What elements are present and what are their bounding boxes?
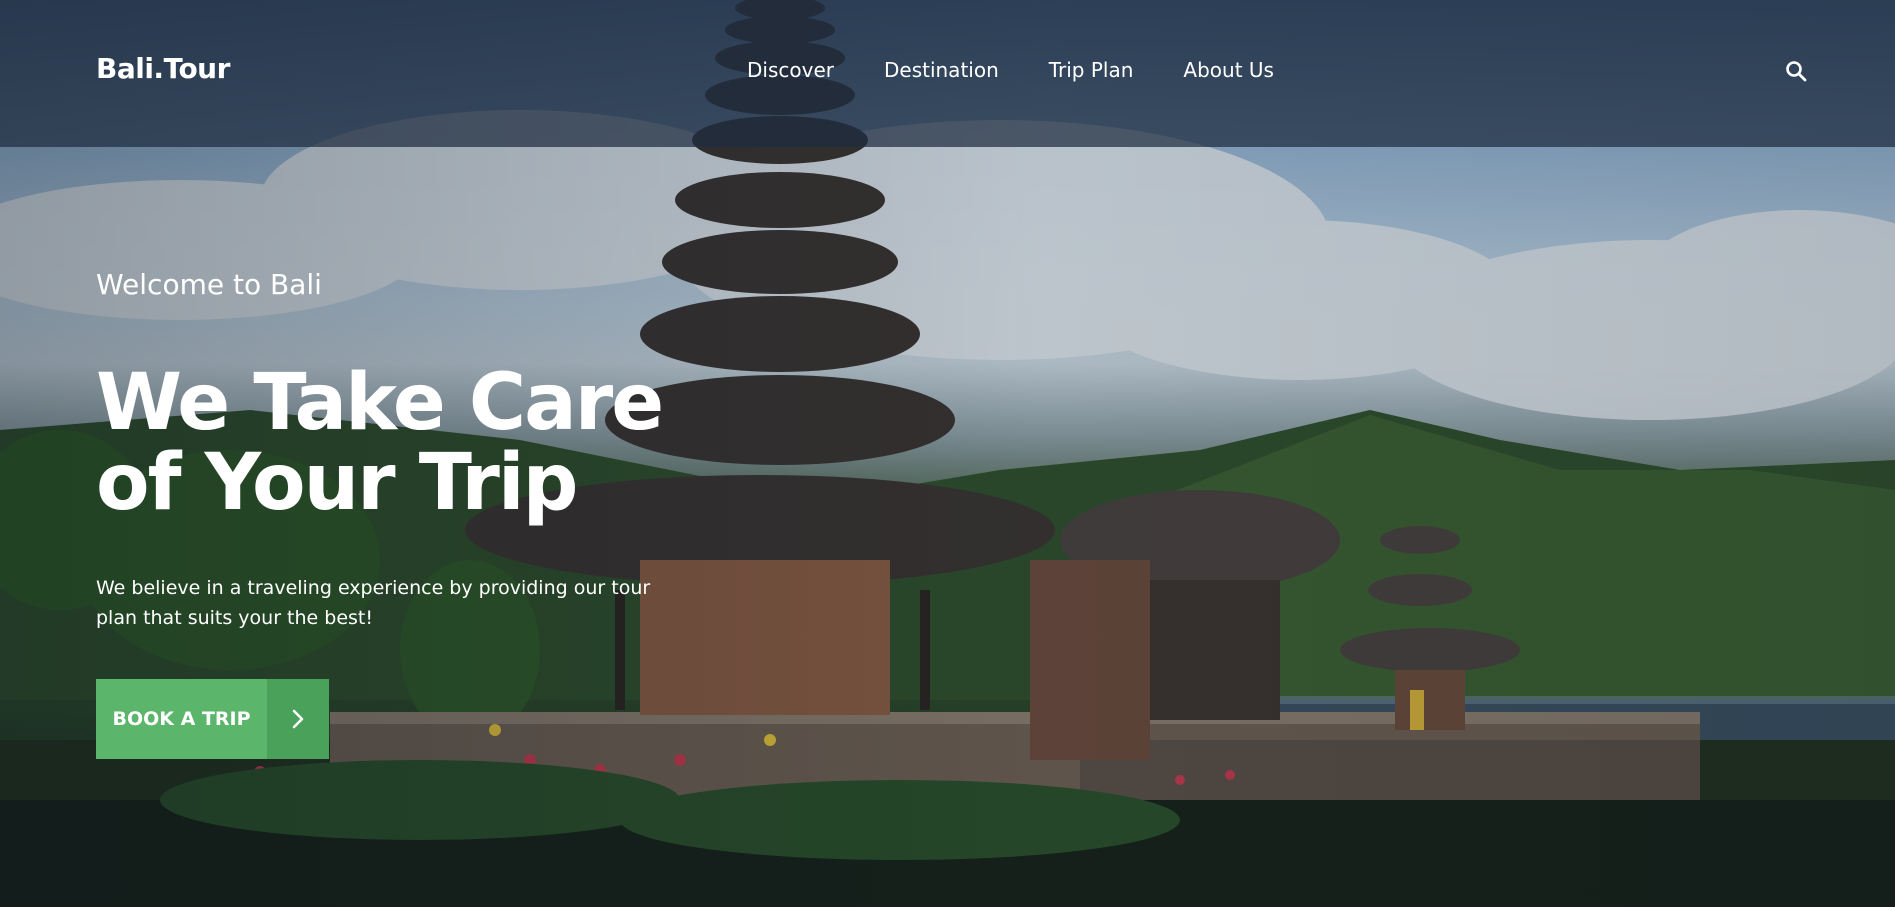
nav-link-trip-plan[interactable]: Trip Plan [1049, 58, 1134, 82]
chevron-right-icon [292, 709, 304, 729]
book-a-trip-button[interactable]: BOOK A TRIP [96, 679, 329, 759]
hero-section: Bali.Tour Discover Destination Trip Plan… [0, 0, 1895, 907]
cta-arrow-box [267, 679, 329, 759]
hero-content: Welcome to Bali We Take Care of Your Tri… [96, 268, 796, 633]
search-button[interactable] [1784, 59, 1808, 83]
nav-link-about-us[interactable]: About Us [1183, 58, 1274, 82]
hero-welcome: Welcome to Bali [96, 268, 322, 301]
nav-link-discover[interactable]: Discover [747, 58, 834, 82]
search-icon [1786, 61, 1807, 82]
hero-tagline: We believe in a traveling experience by … [96, 577, 651, 629]
nav-link-destination[interactable]: Destination [884, 58, 999, 82]
main-nav: Discover Destination Trip Plan About Us [747, 58, 1274, 82]
book-a-trip-label: BOOK A TRIP [96, 679, 267, 759]
navbar: Bali.Tour Discover Destination Trip Plan… [0, 0, 1895, 147]
site-logo[interactable]: Bali.Tour [96, 52, 230, 85]
hero-headline: We Take Care of Your Trip [96, 358, 664, 528]
